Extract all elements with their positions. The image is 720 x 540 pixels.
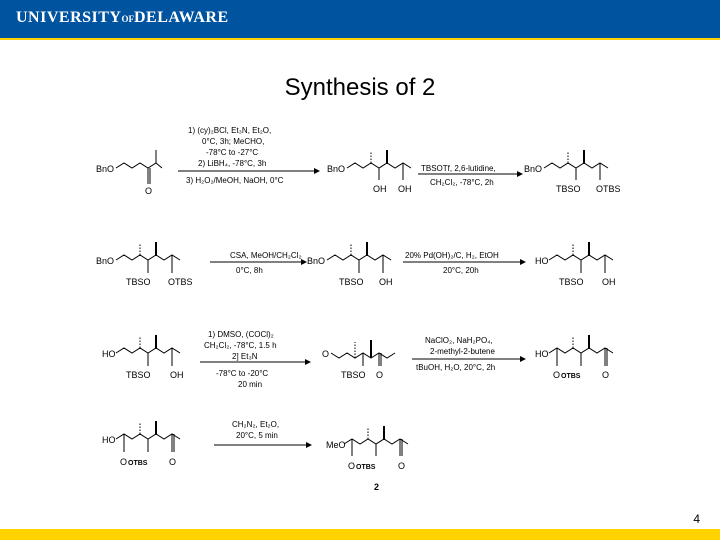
atom-label: TBSO [556,184,581,194]
atom-label: BnO [524,164,542,174]
atom-label: O [553,370,560,380]
atom-label: MeO [326,440,346,450]
atom-label: OH [602,277,616,287]
atom-label: BnO [96,256,114,266]
atom-label: HO [102,435,116,445]
atom-label: OTBS [128,460,148,467]
arrow-r2-1: CSA, MeOH/CH₂Cl₂ 0°C, 8h [210,251,307,275]
atom-label: O [602,370,609,380]
arrow-r3-1: 1) DMSO, (COCl)₂ CH₂Cl₂, -78°C, 1.5 h 2]… [200,330,311,389]
atom-label: OTBS [356,464,376,471]
molecule-r3-1: HO TBSO OH [102,335,184,380]
arrow-text: 1) DMSO, (COCl)₂ [208,330,274,339]
molecule-r4-2: MeO O OTBS O [326,426,409,471]
molecule-r3-2: O TBSO O [322,340,396,380]
arrow-text: CH₂Cl₂, -78°C, 2h [430,178,494,187]
atom-label: OH [170,370,184,380]
arrow-text: CH₂N₂, Et₂O, [232,420,279,429]
atom-label: OH [379,277,393,287]
molecule-r4-1: HO O OTBS O [102,421,181,467]
arrow-text: -78°C to -20°C [216,369,268,378]
arrow-text: 0°C, 8h [236,266,263,275]
molecule-r2-3: HO TBSO OH [535,242,616,287]
arrow-text: 20°C, 5 min [236,431,278,440]
arrow-r2-2: 20% Pd(OH)₂/C, H₂, EtOH 20°C, 20h [403,251,526,275]
atom-label: O [322,349,329,359]
atom-label: TBSO [339,277,364,287]
atom-label: TBSO [341,370,366,380]
compound-label: 2 [374,482,379,492]
atom-label: O [348,461,355,471]
arrow-text: 20 min [238,380,262,389]
atom-label: HO [535,256,549,266]
atom-label: BnO [96,164,114,174]
molecule-r2-1: BnO TBSO OTBS [96,242,193,287]
arrow-r3-2: NaClO₂, NaH₂PO₄, 2-methyl-2-butene tBuOH… [412,336,526,372]
footer-bar [0,529,720,540]
arrow-text: 3) H₂O₂/MeOH, NaOH, 0°C [186,176,284,185]
atom-label: O [398,461,405,471]
atom-label: TBSO [126,370,151,380]
arrow-text: 20°C, 20h [443,266,479,275]
arrow-text: tBuOH, H₂O, 20°C, 2h [416,363,495,372]
atom-label: O [120,457,127,467]
atom-label: BnO [327,164,345,174]
arrow-text: 2] Et₃N [232,352,258,361]
molecule-r2-2: BnO TBSO OH [307,242,393,287]
molecule-r1-2: BnO OH OH [327,150,412,194]
atom-label: HO [535,349,549,359]
arrow-text: -78°C to -27°C [206,148,258,157]
atom-label: OH [398,184,412,194]
arrow-text: 2-methyl-2-butene [430,347,495,356]
atom-label: OTBS [561,373,581,380]
arrow-text: CSA, MeOH/CH₂Cl₂ [230,251,302,260]
arrow-text: CH₂Cl₂, -78°C, 1.5 h [204,341,277,350]
arrow-r4-1: CH₂N₂, Et₂O, 20°C, 5 min [214,420,312,448]
arrow-text: 0°C, 3h; MeCHO, [202,137,264,146]
atom-label: O [376,370,383,380]
atom-label: BnO [307,256,325,266]
atom-label: TBSO [126,277,151,287]
atom-label: OH [373,184,387,194]
arrow-text: 20% Pd(OH)₂/C, H₂, EtOH [405,251,499,260]
atom-label: O [169,457,176,467]
page-number: 4 [693,512,700,526]
arrow-r1-1: 1) (cy)₂BCl, Et₃N, Et₂O, 0°C, 3h; MeCHO,… [178,126,320,185]
molecule-r3-3: HO O OTBS O [535,335,614,380]
arrow-r1-2: TBSOTf, 2,6-lutidine, CH₂Cl₂, -78°C, 2h [418,164,523,187]
arrow-text: NaClO₂, NaH₂PO₄, [425,336,493,345]
molecule-r1-1: BnO O [96,150,163,196]
atom-label: HO [102,349,116,359]
reaction-scheme: BnO O 1) (cy)₂BCl, Et₃N, Et₂O, 0°C, 3h; … [96,126,621,492]
arrow-text: 2) LiBH₄, -78°C, 3h [198,159,266,168]
atom-label: OTBS [596,184,621,194]
atom-label: OTBS [168,277,193,287]
atom-label: TBSO [559,277,584,287]
atom-label: O [145,186,152,196]
molecule-r1-3: BnO TBSO OTBS [524,150,621,194]
arrow-text: TBSOTf, 2,6-lutidine, [421,164,496,173]
arrow-text: 1) (cy)₂BCl, Et₃N, Et₂O, [188,126,271,135]
